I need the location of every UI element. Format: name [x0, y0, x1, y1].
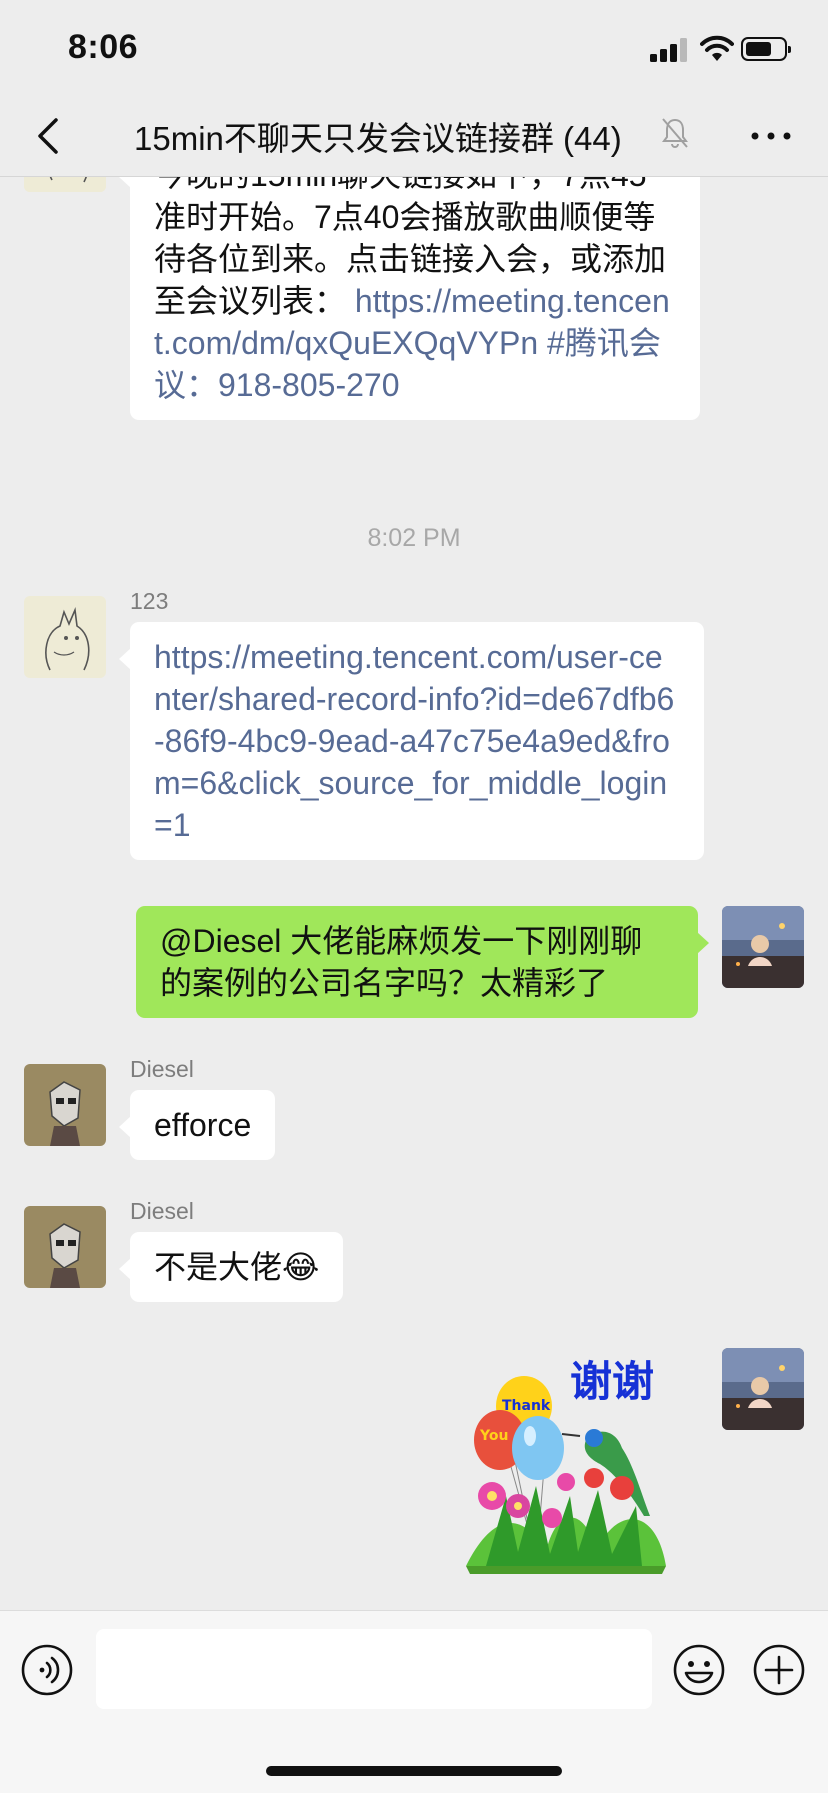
- avatar-self[interactable]: [722, 1348, 804, 1430]
- diesel-avatar-image: [24, 1206, 106, 1288]
- message-input-bar: [0, 1610, 828, 1793]
- avatar-diesel[interactable]: [24, 1206, 106, 1288]
- bell-off-icon: [662, 118, 688, 148]
- sticker-title: 谢谢: [570, 1357, 654, 1406]
- message-text: @Diesel 大佬能麻烦发一下刚刚聊的案例的公司名字吗？太精彩了: [160, 923, 643, 1001]
- sender-name: 123: [130, 588, 169, 614]
- status-time: 8:06: [68, 28, 139, 66]
- voice-icon[interactable]: [20, 1643, 74, 1697]
- avatar-self[interactable]: [722, 906, 804, 988]
- ellipsis-icon[interactable]: [748, 114, 794, 158]
- chat-header: 15min不聊天只发会议链接群 (44): [0, 96, 828, 177]
- chat-title: 15min不聊天只发会议链接群 (44): [134, 120, 622, 157]
- wifi-icon: [700, 35, 734, 61]
- self-avatar-image: [722, 1348, 804, 1430]
- sender-name: Diesel: [130, 1198, 194, 1224]
- message-bubble[interactable]: 不是大佬😂: [118, 1232, 344, 1302]
- message-bubble[interactable]: efforce: [118, 1090, 276, 1160]
- message-text: 不是大佬😂: [154, 1249, 320, 1285]
- totoro-avatar-image: [24, 596, 106, 678]
- chevron-left-icon[interactable]: [28, 114, 72, 158]
- battery-icon: [741, 37, 791, 61]
- message-input[interactable]: [96, 1629, 652, 1709]
- avatar-123[interactable]: [24, 176, 106, 192]
- balloon-label-you: You: [479, 1428, 508, 1444]
- sender-name: Diesel: [130, 1056, 194, 1082]
- plus-icon[interactable]: [752, 1643, 806, 1697]
- message-list[interactable]: 今晚的15min聊天链接如下，7点45准时开始。7点40会播放歌曲顺便等待各位到…: [0, 176, 828, 1610]
- message-bubble[interactable]: 今晚的15min聊天链接如下，7点45准时开始。7点40会播放歌曲顺便等待各位到…: [119, 176, 700, 420]
- message-timestamp: 8:02 PM: [367, 524, 461, 552]
- smiley-icon[interactable]: [672, 1643, 726, 1697]
- cellular-signal-icon: [650, 38, 688, 62]
- message-bubble-self[interactable]: @Diesel 大佬能麻烦发一下刚刚聊的案例的公司名字吗？太精彩了: [136, 906, 709, 1018]
- shared-record-link[interactable]: https://meeting.tencent.com/user-center/…: [154, 639, 674, 843]
- totoro-avatar-image: [24, 176, 106, 192]
- message-bubble[interactable]: https://meeting.tencent.com/user-center/…: [119, 622, 704, 860]
- thank-you-sticker[interactable]: 谢谢 Thank You: [466, 1356, 706, 1581]
- self-avatar-image: [722, 906, 804, 988]
- message-text: efforce: [154, 1107, 252, 1143]
- diesel-avatar-image: [24, 1064, 106, 1146]
- balloon-label-thank: Thank: [502, 1398, 551, 1414]
- home-indicator: [266, 1766, 562, 1776]
- avatar-123[interactable]: [24, 596, 106, 678]
- status-bar: 8:06: [0, 0, 828, 96]
- avatar-diesel[interactable]: [24, 1064, 106, 1146]
